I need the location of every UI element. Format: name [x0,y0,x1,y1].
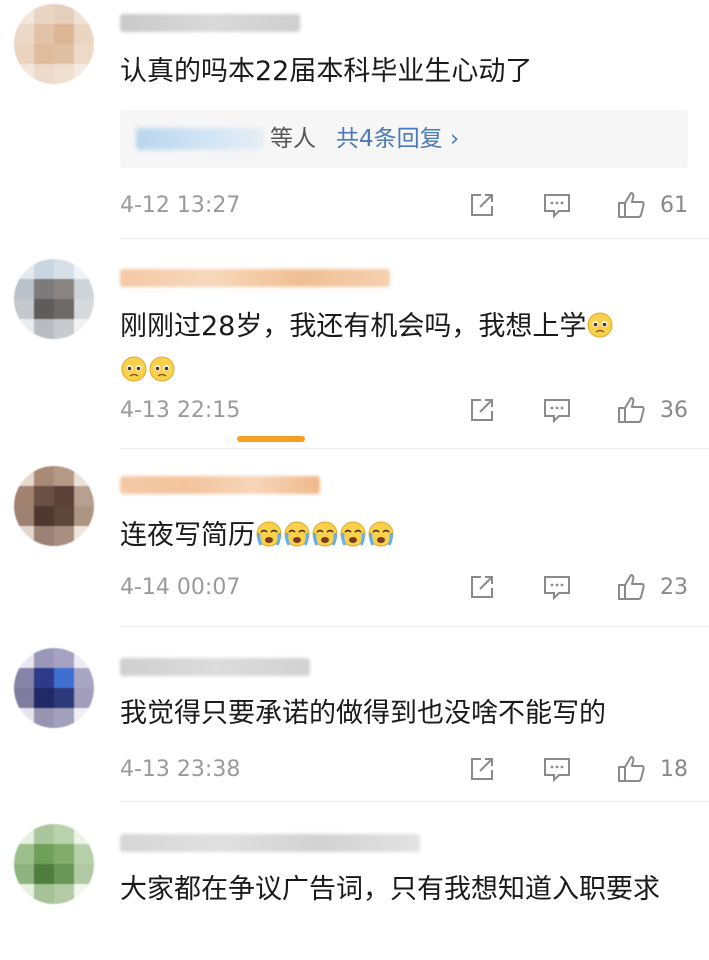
avatar[interactable] [14,824,94,904]
divider [120,238,709,239]
crying-face-emoji [255,518,283,547]
comment-item: 认真的吗本22届本科毕业生心动了 等人 共4条回复 › 4-12 13:27 6… [0,0,709,240]
username[interactable] [120,476,320,494]
view-replies-link[interactable]: 共4条回复 › [336,120,459,158]
thumbs-up-icon[interactable] [616,572,646,602]
thumbs-up-icon[interactable] [616,754,646,784]
comment-text: 我觉得只要承诺的做得到也没啥不能写的 [120,698,606,729]
username[interactable] [120,658,310,676]
share-icon[interactable] [467,395,497,425]
avatar[interactable] [14,648,94,728]
crying-face-emoji [339,518,367,547]
comment-meta: 4-13 23:38 18 [0,754,709,786]
comment-icon[interactable] [542,190,572,220]
divider [120,801,709,802]
comment-time: 4-13 22:15 [120,398,241,423]
like-count: 36 [660,398,688,423]
comment-icon[interactable] [542,754,572,784]
crying-face-emoji [283,518,311,547]
username[interactable] [120,269,390,287]
thumbs-up-icon[interactable] [616,190,646,220]
avatar[interactable] [14,4,94,84]
comment-item: 我觉得只要承诺的做得到也没啥不能写的 4-13 23:38 18 [0,644,709,804]
like-count: 18 [660,757,688,782]
avatar[interactable] [14,466,94,546]
reply-usernames [136,128,264,150]
comment-text-body: 连夜写简历 [120,520,255,551]
pleading-face-emoji [586,309,614,338]
comment-icon[interactable] [542,395,572,425]
comment-text: 连夜写简历 [120,514,689,558]
comment-text: 认真的吗本22届本科毕业生心动了 [120,56,533,87]
share-icon[interactable] [467,572,497,602]
comment-meta: 4-13 22:15 36 [0,395,709,427]
divider [120,448,709,449]
comment-time: 4-14 00:07 [120,575,241,600]
avatar[interactable] [14,259,94,339]
pleading-face-emoji [148,353,176,382]
comment-meta: 4-12 13:27 61 [0,190,709,222]
crying-face-emoji [311,518,339,547]
comment-text: 大家都在争议广告词，只有我想知道入职要求 [120,874,660,905]
comment-item: 连夜写简历 4-14 00:07 23 [0,462,709,632]
crying-face-emoji [367,518,395,547]
comment-item: 刚刚过28岁，我还有机会吗，我想上学 4-13 22:15 36 [0,255,709,450]
like-count: 61 [660,193,688,218]
username[interactable] [120,834,420,852]
comment-feed: 认真的吗本22届本科毕业生心动了 等人 共4条回复 › 4-12 13:27 6… [0,0,709,960]
comment-text-body: 刚刚过28岁，我还有机会吗，我想上学 [120,311,587,342]
divider [120,626,709,627]
comment-text: 刚刚过28岁，我还有机会吗，我想上学 [120,305,689,393]
reply-others-label: 等人 [270,126,316,152]
comment-meta: 4-14 00:07 23 [0,572,709,604]
scroll-indicator [237,436,305,442]
like-count: 23 [660,575,688,600]
comment-icon[interactable] [542,572,572,602]
comment-time: 4-13 23:38 [120,757,241,782]
comment-time: 4-12 13:27 [120,193,241,218]
share-icon[interactable] [467,190,497,220]
comment-item: 大家都在争议广告词，只有我想知道入职要求 [0,820,709,960]
pleading-face-emoji [120,353,148,382]
username[interactable] [120,14,300,32]
thumbs-up-icon[interactable] [616,395,646,425]
share-icon[interactable] [467,754,497,784]
reply-preview[interactable]: 等人 共4条回复 › [120,110,688,168]
